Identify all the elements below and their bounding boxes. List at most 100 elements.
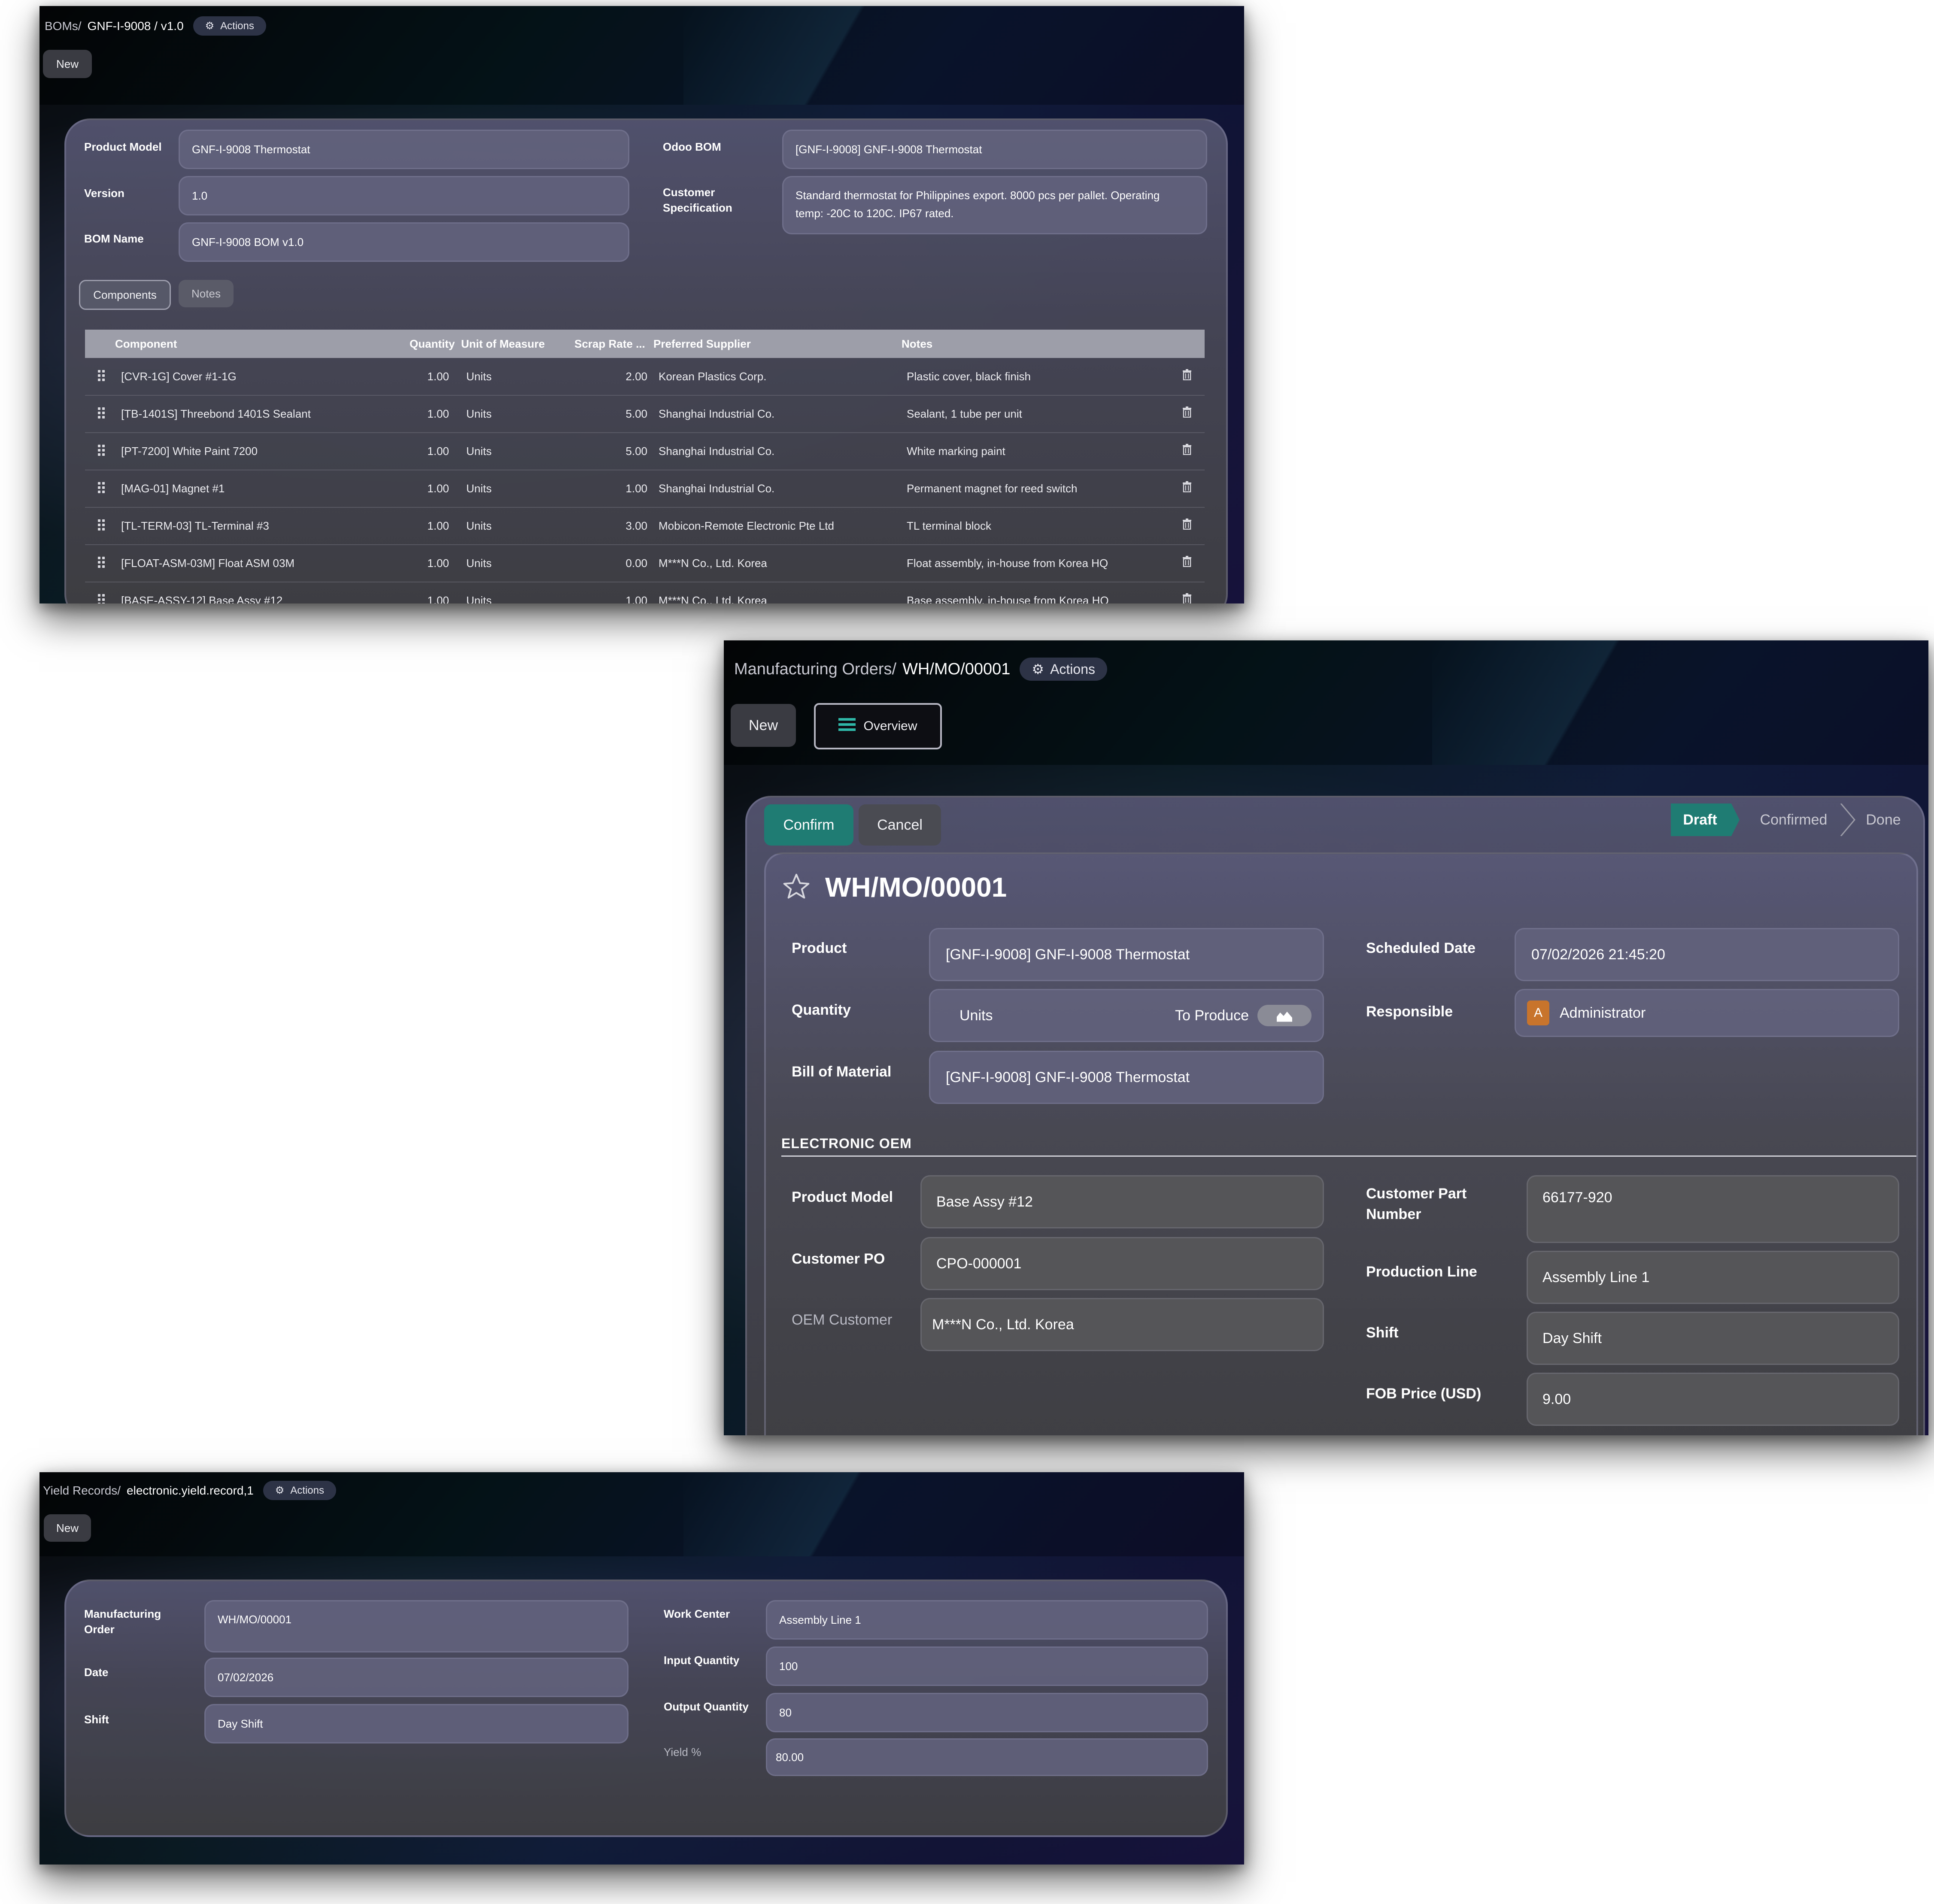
trash-icon[interactable] — [1182, 406, 1192, 420]
table-row[interactable]: [PT-7200] White Paint 7200 1.00 Units 5.00 S… — [85, 433, 1205, 470]
col-notes[interactable]: Notes — [902, 337, 932, 351]
tab-components[interactable]: Components — [79, 280, 171, 310]
cell-scrap: 0.00 — [625, 557, 647, 570]
actions-label: Actions — [1050, 661, 1095, 677]
drag-handle-icon[interactable] — [98, 594, 106, 603]
cell-notes: TL terminal block — [907, 519, 991, 532]
drag-handle-icon[interactable] — [98, 482, 106, 494]
product-model-field[interactable]: GNF-I-9008 Thermostat — [179, 130, 629, 169]
input-quantity-field[interactable]: 100 — [766, 1646, 1208, 1686]
bom-field[interactable]: [GNF-I-9008] GNF-I-9008 Thermostat — [929, 1051, 1324, 1104]
actions-button[interactable]: ⚙ Actions — [1020, 658, 1107, 681]
cell-notes: Base assembly, in-house from Korea HQ — [907, 594, 1109, 603]
overview-button[interactable]: Overview — [814, 703, 942, 749]
confirm-label: Confirm — [783, 816, 835, 833]
shift-field[interactable]: Day Shift — [204, 1704, 628, 1743]
drag-handle-icon[interactable] — [98, 557, 106, 569]
cell-uom: Units — [466, 445, 492, 458]
status-confirmed[interactable]: Confirmed — [1742, 803, 1845, 836]
avatar: A — [1527, 1001, 1549, 1025]
table-row[interactable]: [MAG-01] Magnet #1 1.00 Units 1.00 Shanghai … — [85, 470, 1205, 508]
table-row[interactable]: [TL-TERM-03] TL-Terminal #3 1.00 Units 3.00… — [85, 507, 1205, 545]
product-field[interactable]: [GNF-I-9008] GNF-I-9008 Thermostat — [929, 928, 1324, 981]
customer-po-label: Customer PO — [792, 1251, 885, 1267]
tab-notes[interactable]: Notes — [179, 280, 234, 307]
components-table: Component Quantity Unit of Measure Scrap… — [85, 330, 1205, 603]
shift-field[interactable]: Day Shift — [1527, 1312, 1899, 1365]
new-button[interactable]: New — [731, 704, 796, 747]
trash-icon[interactable] — [1182, 481, 1192, 494]
col-preferred-supplier[interactable]: Preferred Supplier — [653, 337, 751, 351]
customer-spec-field[interactable]: Standard thermostat for Philippines expo… — [782, 176, 1207, 234]
drag-handle-icon[interactable] — [98, 445, 106, 457]
actions-button[interactable]: ⚙ Actions — [193, 16, 266, 36]
status-chevron-icon — [1840, 803, 1855, 836]
production-line-field[interactable]: Assembly Line 1 — [1527, 1251, 1899, 1304]
quantity-field[interactable]: Units To Produce — [929, 989, 1324, 1042]
cell-component: [FLOAT-ASM-03M] Float ASM 03M — [121, 557, 295, 570]
bom-name-field[interactable]: GNF-I-9008 BOM v1.0 — [179, 222, 629, 262]
input-quantity-label: Input Quantity — [664, 1654, 740, 1667]
col-scrap-rate[interactable]: Scrap Rate ... — [574, 337, 645, 351]
cell-uom: Units — [466, 370, 492, 383]
cancel-button[interactable]: Cancel — [859, 804, 941, 846]
mo-inner-sheet: WH/MO/00001 Product [GNF-I-9008] GNF-I-9… — [764, 852, 1918, 1435]
trash-icon[interactable] — [1182, 444, 1192, 457]
confirm-button[interactable]: Confirm — [764, 804, 853, 846]
work-center-field[interactable]: Assembly Line 1 — [766, 1600, 1208, 1640]
date-label: Date — [84, 1666, 109, 1679]
col-uom[interactable]: Unit of Measure — [461, 337, 545, 351]
breadcrumb-parent[interactable]: Manufacturing Orders/ — [734, 660, 896, 679]
cell-qty: 1.00 — [427, 519, 449, 532]
new-button[interactable]: New — [44, 1514, 91, 1542]
status-draft[interactable]: Draft — [1671, 803, 1740, 836]
yield-window: Yield Records/ electronic.yield.record,1… — [39, 1472, 1244, 1865]
table-row[interactable]: [FLOAT-ASM-03M] Float ASM 03M 1.00 Units 0.… — [85, 545, 1205, 582]
fob-price-field[interactable]: 9.00 — [1527, 1373, 1899, 1426]
table-row[interactable]: [BASE-ASSY-12] Base Assy #12 1.00 Units 1.0… — [85, 582, 1205, 603]
version-field[interactable]: 1.0 — [179, 176, 629, 215]
trash-icon[interactable] — [1182, 369, 1192, 382]
responsible-field[interactable]: A Administrator — [1515, 989, 1899, 1037]
trash-icon[interactable] — [1182, 593, 1192, 603]
drag-handle-icon[interactable] — [98, 370, 106, 382]
oem-customer-field[interactable]: M***N Co., Ltd. Korea — [920, 1298, 1324, 1351]
oem-product-model-field[interactable]: Base Assy #12 — [920, 1175, 1324, 1228]
production-line-label: Production Line — [1366, 1264, 1477, 1280]
star-icon[interactable] — [781, 872, 811, 901]
forecast-toggle[interactable] — [1257, 1005, 1312, 1026]
trash-icon[interactable] — [1182, 518, 1192, 532]
breadcrumb-current: electronic.yield.record,1 — [127, 1483, 254, 1497]
new-label: New — [748, 717, 778, 734]
output-quantity-field[interactable]: 80 — [766, 1693, 1208, 1732]
drag-handle-icon[interactable] — [98, 407, 106, 419]
table-row[interactable]: [CVR-1G] Cover #1-1G 1.00 Units 2.00 Korean … — [85, 358, 1205, 396]
manufacturing-order-field[interactable]: WH/MO/00001 — [204, 1600, 628, 1652]
breadcrumb-parent[interactable]: BOMs/ — [45, 19, 82, 33]
col-component[interactable]: Component — [115, 337, 177, 351]
breadcrumb-parent[interactable]: Yield Records/ — [43, 1484, 121, 1498]
table-row[interactable]: [TB-1401S] Threebond 1401S Sealant 1.00 Un… — [85, 395, 1205, 433]
customer-part-field[interactable]: 66177-920 — [1527, 1175, 1899, 1243]
scheduled-date-field[interactable]: 07/02/2026 21:45:20 — [1515, 928, 1899, 981]
product-model-label: Product Model — [84, 140, 162, 153]
col-quantity[interactable]: Quantity — [410, 337, 455, 351]
bom-form-card: Product Model GNF-I-9008 Thermostat Vers… — [64, 118, 1228, 603]
new-button[interactable]: New — [43, 50, 92, 78]
product-label: Product — [792, 940, 847, 956]
odoo-bom-field[interactable]: [GNF-I-9008] GNF-I-9008 Thermostat — [782, 130, 1207, 169]
cell-component: [TL-TERM-03] TL-Terminal #3 — [121, 519, 269, 532]
date-field[interactable]: 07/02/2026 — [204, 1658, 628, 1697]
status-done[interactable]: Done — [1855, 803, 1911, 836]
status-bar: Draft Confirmed Done — [1671, 803, 1911, 836]
section-divider — [781, 1155, 1916, 1157]
cell-component: [TB-1401S] Threebond 1401S Sealant — [121, 407, 311, 420]
breadcrumb: BOMs/ GNF-I-9008 / v1.0 ⚙ Actions — [45, 16, 266, 36]
cell-supplier: Shanghai Industrial Co. — [659, 482, 775, 495]
customer-po-field[interactable]: CPO-000001 — [920, 1237, 1324, 1290]
actions-button[interactable]: ⚙ Actions — [263, 1481, 336, 1500]
responsible-value: Administrator — [1560, 1004, 1646, 1021]
status-done-label: Done — [1866, 811, 1901, 828]
trash-icon[interactable] — [1182, 556, 1192, 569]
drag-handle-icon[interactable] — [98, 519, 106, 531]
